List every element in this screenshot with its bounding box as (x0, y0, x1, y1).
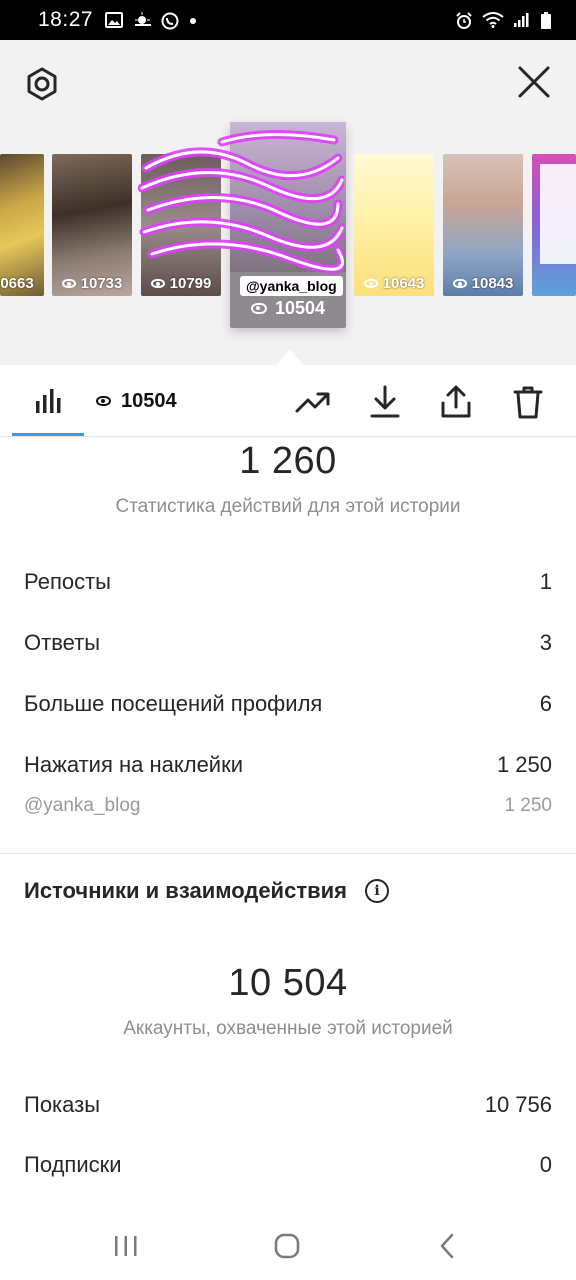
story-views: 10663 (0, 275, 34, 292)
status-bar: 18:27 (0, 0, 576, 40)
wifi-icon (482, 12, 504, 28)
home-button[interactable] (267, 1226, 307, 1266)
stat-row-sticker-mention: @yanka_blog 1 250 (24, 786, 552, 826)
whatsapp-icon (161, 12, 179, 30)
back-icon (440, 1233, 454, 1259)
close-button[interactable] (514, 62, 554, 102)
gallery-icon (105, 12, 124, 28)
interactions-caption: Статистика действий для этой истории (115, 496, 461, 517)
tab-insights[interactable] (12, 365, 84, 437)
notification-icons (105, 12, 197, 30)
tab-viewers[interactable]: 10504 (96, 365, 177, 437)
recent-apps-button[interactable] (106, 1226, 146, 1266)
status-time: 18:27 (38, 8, 94, 31)
eye-icon (250, 303, 267, 314)
stat-value: 6 (539, 691, 552, 716)
weather-icon (133, 12, 152, 28)
story-views: 10733 (52, 275, 132, 292)
privacy-scribble (138, 129, 344, 274)
eye-icon (452, 279, 467, 288)
story-thumbnail[interactable]: 10733 (52, 154, 132, 296)
system-icons (455, 12, 552, 29)
dot-icon (189, 12, 197, 28)
eye-icon (150, 279, 165, 288)
stat-value: 1 (539, 569, 552, 594)
stat-label: Репосты (24, 569, 111, 594)
selection-pointer (276, 350, 304, 365)
section-divider (0, 853, 576, 854)
trash-icon (513, 386, 543, 419)
stat-value: 0 (539, 1152, 552, 1177)
eye-icon (61, 279, 76, 288)
interactions-total: 1 260 (239, 440, 337, 482)
gear-icon (27, 67, 57, 101)
info-icon[interactable]: i (364, 879, 389, 903)
bar-chart-icon (36, 389, 61, 413)
share-icon (441, 385, 471, 418)
stat-label: Подписки (24, 1152, 122, 1177)
story-views: 10843 (443, 275, 523, 292)
stat-label: Ответы (24, 630, 101, 655)
mention-sticker: @yanka_blog (240, 276, 343, 296)
stat-value: 1 250 (496, 752, 552, 777)
trending-up-icon (295, 392, 330, 413)
stat-row-shares: Репосты 1 (24, 562, 552, 602)
story-thumbnail[interactable]: 10663 (0, 154, 44, 296)
stat-value: 10 756 (484, 1092, 552, 1117)
story-toolbar: 10504 (0, 365, 576, 437)
system-navigation-bar (0, 1208, 576, 1280)
story-thumbnail[interactable] (532, 154, 576, 296)
stat-row-profile-visits: Больше посещений профиля 6 (24, 684, 552, 724)
share-button[interactable] (435, 381, 477, 423)
eye-icon (96, 396, 111, 406)
stat-label: @yanka_blog (24, 795, 141, 816)
stat-value: 1 250 (504, 795, 552, 816)
reach-total: 10 504 (228, 962, 348, 1004)
download-icon (370, 385, 400, 418)
alarm-icon (455, 12, 473, 29)
story-thumbnail[interactable]: 10643 (354, 154, 434, 296)
battery-icon (540, 12, 552, 29)
stat-label: Нажатия на наклейки (24, 752, 244, 777)
selected-story-views: 10504 (230, 298, 346, 319)
back-button[interactable] (428, 1226, 468, 1266)
stat-row-sticker-taps: Нажатия на наклейки 1 250 (24, 745, 552, 785)
close-icon (518, 66, 550, 98)
story-thumbnail[interactable]: 10843 (443, 154, 523, 296)
stat-label: Больше посещений профиля (24, 691, 323, 716)
active-tab-indicator (12, 433, 84, 436)
promote-button[interactable] (292, 381, 334, 423)
discovery-section-header: Источники и взаимодействия i (24, 878, 389, 904)
settings-button[interactable] (22, 64, 62, 104)
stat-label: Показы (24, 1092, 101, 1117)
stat-row-replies: Ответы 3 (24, 623, 552, 663)
section-title: Источники и взаимодействия (24, 878, 347, 903)
stat-row-follows: Подписки 0 (24, 1145, 552, 1185)
story-text-overlay (540, 164, 576, 264)
stat-row-impressions: Показы 10 756 (24, 1085, 552, 1125)
delete-button[interactable] (507, 381, 549, 423)
story-carousel-area: 10663 10733 10799 10643 10843 @yanka_blo… (0, 40, 576, 365)
story-views: 10643 (354, 275, 434, 292)
eye-icon (363, 279, 378, 288)
reach-caption: Аккаунты, охваченные этой историей (123, 1018, 453, 1039)
download-button[interactable] (364, 381, 406, 423)
stat-value: 3 (539, 630, 552, 655)
recent-apps-icon (115, 1236, 137, 1256)
signal-icon (513, 12, 531, 28)
home-icon (274, 1233, 300, 1259)
